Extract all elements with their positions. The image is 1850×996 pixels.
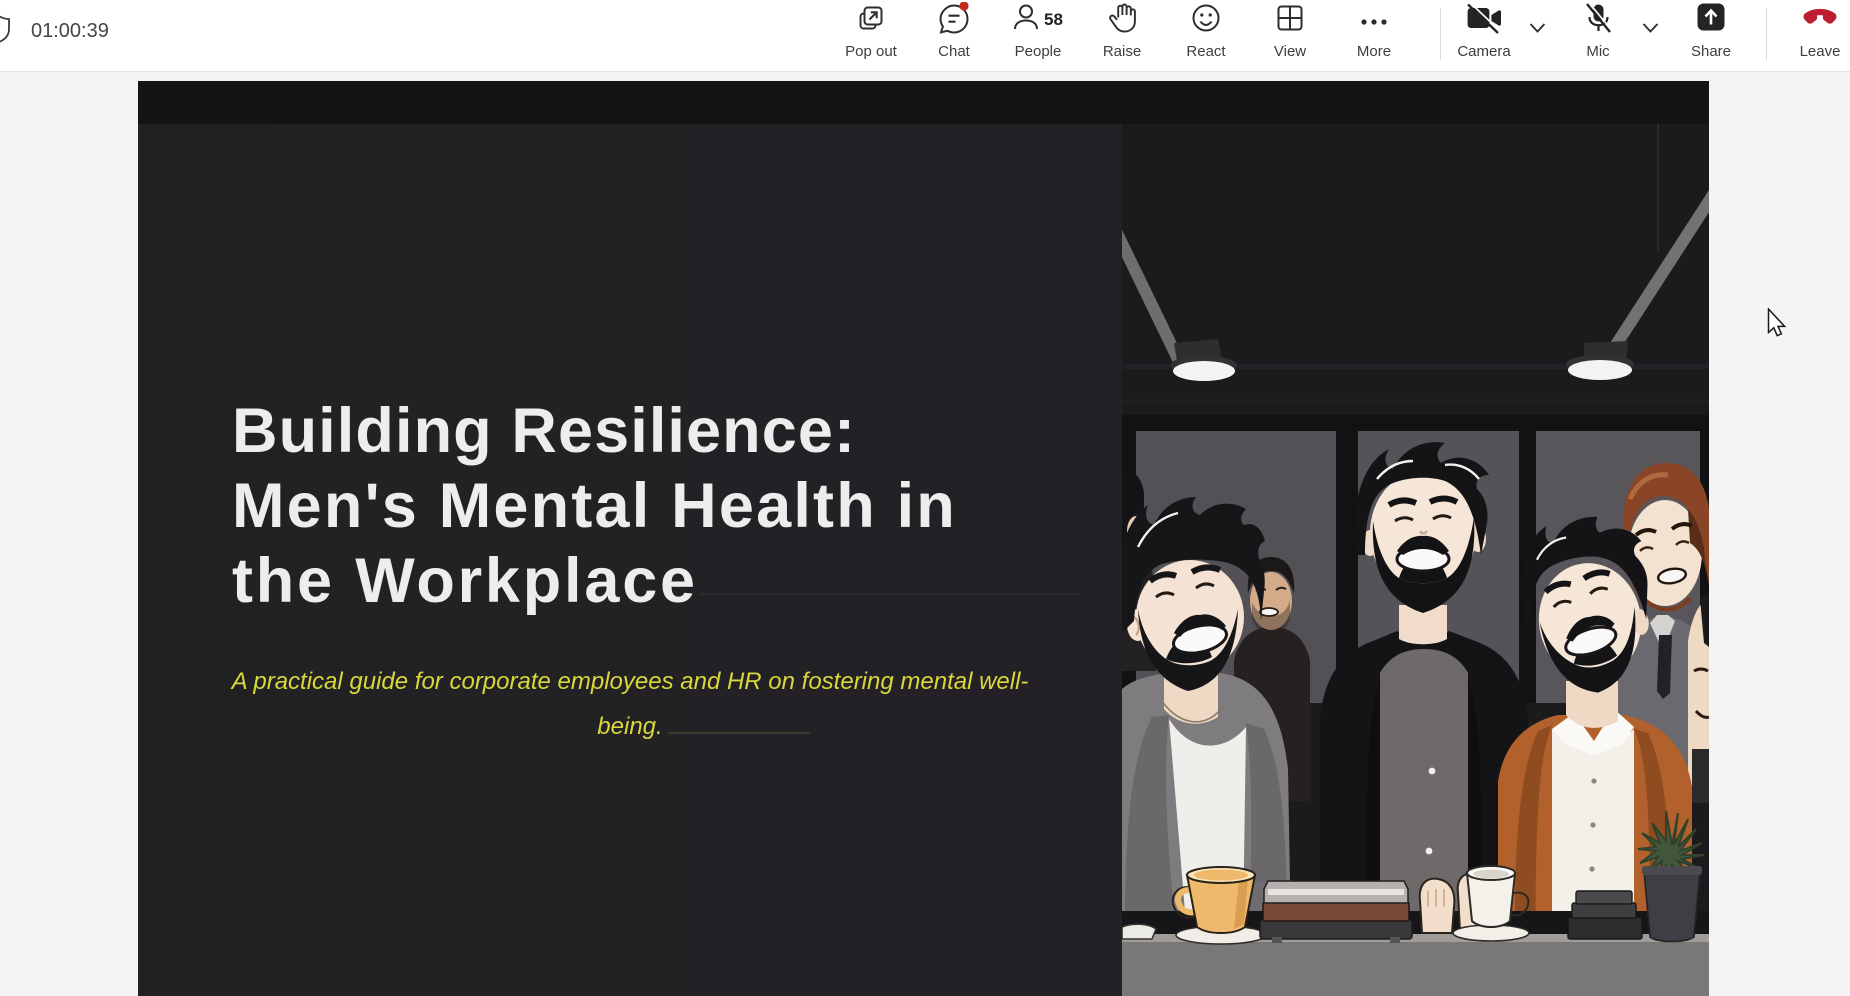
svg-text:58: 58 [1044, 10, 1063, 29]
